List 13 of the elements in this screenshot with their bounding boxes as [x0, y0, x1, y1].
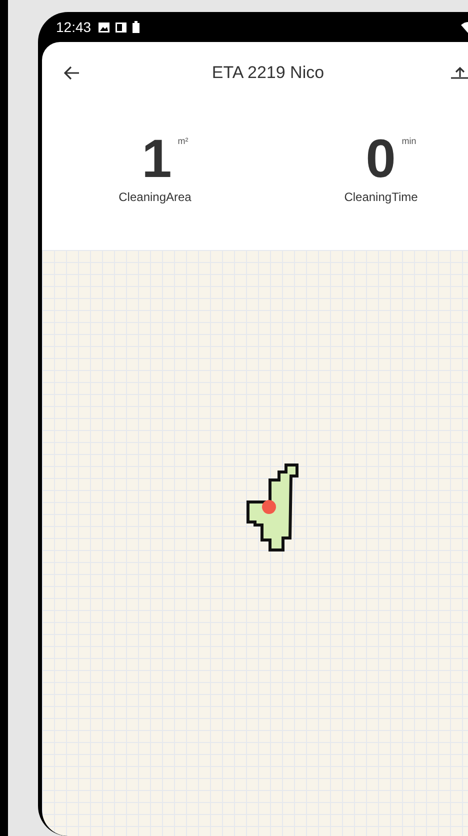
stat-label: CleaningTime: [344, 190, 418, 204]
stat-label: CleaningArea: [118, 190, 192, 204]
robot-position-marker: [262, 500, 276, 514]
app-icon: [115, 22, 128, 32]
dock-icon[interactable]: [450, 66, 468, 80]
stat-value: 1: [142, 134, 172, 184]
battery-icon: [132, 21, 140, 33]
status-time: 12:43: [56, 19, 92, 35]
image-icon: [98, 22, 110, 32]
stat-unit: m²: [178, 136, 188, 146]
device-title: ETA 2219 Nico: [212, 63, 324, 83]
stat-value: 0: [366, 134, 396, 184]
stat-unit: min: [402, 136, 416, 146]
